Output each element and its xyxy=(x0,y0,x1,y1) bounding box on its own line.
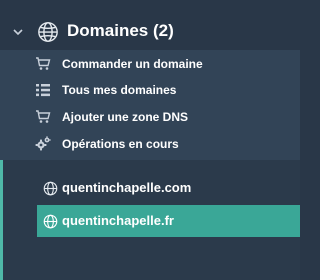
selection-accent-bar xyxy=(0,160,3,280)
menu-item-pending-operations[interactable]: Opérations en cours xyxy=(0,132,300,158)
globe-icon xyxy=(43,214,58,229)
menu-item-order-domain[interactable]: Commander un domaine xyxy=(0,52,300,78)
menu-item-label: Tous mes domaines xyxy=(62,83,177,97)
cart-icon xyxy=(36,110,51,123)
domain-name: quentinchapelle.fr xyxy=(62,213,174,228)
list-icon xyxy=(36,84,50,97)
menu-item-label: Ajouter une zone DNS xyxy=(62,110,189,124)
menu-item-add-dns-zone[interactable]: Ajouter une zone DNS xyxy=(0,105,300,131)
menu-item-label: Commander un domaine xyxy=(62,57,203,71)
section-title: Domaines (2) xyxy=(67,21,174,40)
globe-icon xyxy=(43,181,58,196)
globe-icon xyxy=(38,22,58,42)
cart-icon xyxy=(36,57,51,70)
domain-list: quentinchapelle.com quentinchapelle.fr xyxy=(0,160,300,280)
menu-item-label: Opérations en cours xyxy=(62,137,179,151)
chevron-down-icon[interactable] xyxy=(12,26,24,38)
gears-icon xyxy=(35,136,51,151)
domain-item-com[interactable]: quentinchapelle.com xyxy=(37,172,300,204)
domain-name: quentinchapelle.com xyxy=(62,180,192,195)
domains-section-header[interactable]: Domaines (2) xyxy=(0,12,300,52)
domain-item-fr[interactable]: quentinchapelle.fr xyxy=(37,205,300,237)
menu-item-all-domains[interactable]: Tous mes domaines xyxy=(0,78,300,104)
domains-submenu: Commander un domaine Tous mes domaines A… xyxy=(0,50,300,160)
